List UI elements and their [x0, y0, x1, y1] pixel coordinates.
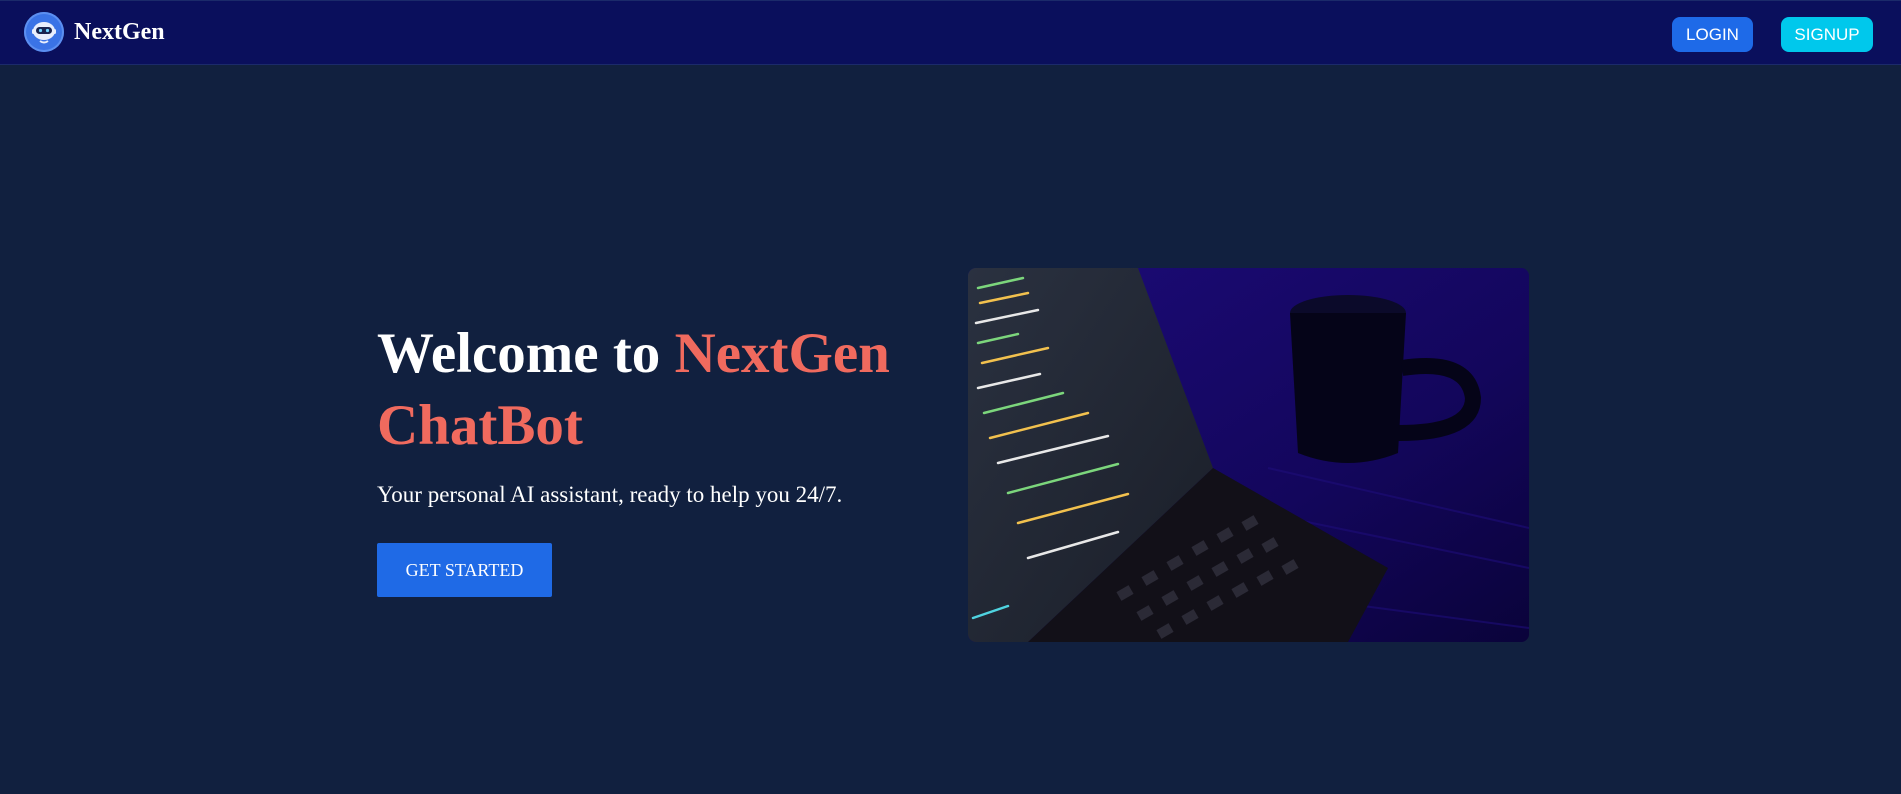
hero-subtitle: Your personal AI assistant, ready to hel… — [377, 482, 843, 507]
navbar: NextGen LOGIN SIGNUP — [0, 0, 1901, 65]
brand-name: NextGen — [74, 18, 165, 45]
hero-title-prefix: Welcome to — [377, 322, 675, 385]
get-started-button[interactable]: GET STARTED — [377, 543, 552, 597]
login-button[interactable]: LOGIN — [1672, 17, 1753, 52]
hero-text: Welcome to NextGen ChatBot Your personal… — [377, 318, 977, 508]
hero-image — [968, 268, 1529, 642]
signup-button[interactable]: SIGNUP — [1781, 17, 1873, 52]
robot-icon — [24, 12, 64, 52]
hero-title: Welcome to NextGen ChatBot — [377, 318, 977, 462]
brand[interactable]: NextGen — [24, 12, 165, 52]
laptop-coffee-illustration — [968, 268, 1529, 642]
